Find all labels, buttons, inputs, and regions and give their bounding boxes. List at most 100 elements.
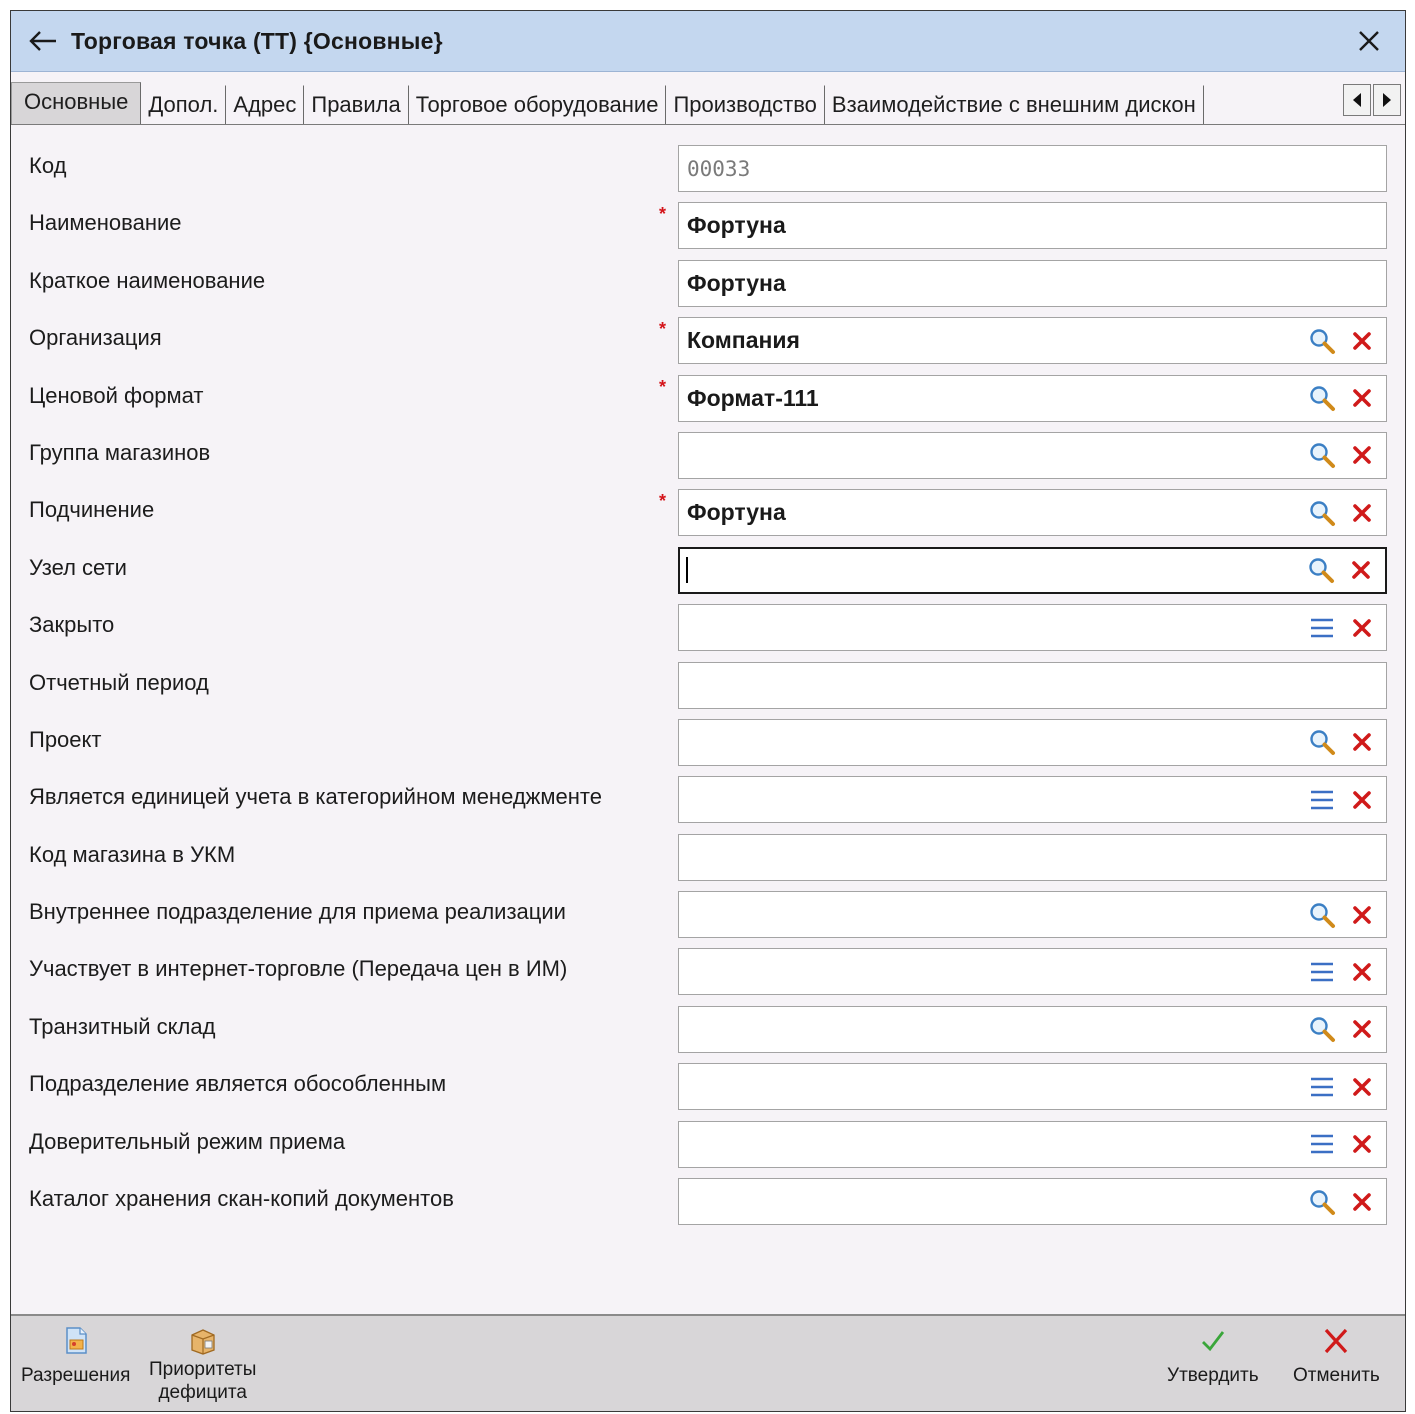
search-icon[interactable] — [1308, 441, 1336, 469]
field-buttons — [1308, 614, 1376, 642]
field-input[interactable] — [678, 776, 1387, 824]
search-icon[interactable] — [1308, 327, 1336, 355]
field-label: Ценовой формат — [29, 382, 204, 408]
field-input[interactable] — [678, 431, 1387, 479]
field-label: Отчетный период — [29, 669, 209, 695]
tab-1[interactable]: Допол. — [141, 85, 227, 124]
permissions-button[interactable]: Разрешения — [21, 1324, 130, 1387]
clear-icon[interactable] — [1348, 1073, 1376, 1101]
field-input[interactable]: Компания — [678, 317, 1387, 365]
cancel-x-icon — [1321, 1324, 1351, 1358]
tab-scroll-left-button[interactable] — [1343, 84, 1371, 116]
tab-3[interactable]: Правила — [304, 85, 409, 124]
field-label: Группа магазинов — [29, 439, 211, 465]
search-icon[interactable] — [1308, 728, 1336, 756]
clear-icon[interactable] — [1348, 327, 1376, 355]
required-marker: * — [659, 376, 667, 397]
field-input[interactable] — [678, 546, 1387, 594]
close-icon — [1359, 31, 1379, 51]
search-icon[interactable] — [1308, 901, 1336, 929]
search-icon[interactable] — [1308, 1188, 1336, 1216]
field-label: Код магазина в УКМ — [29, 841, 236, 867]
form-row: Организация * Компания — [11, 315, 1405, 372]
field-label: Подчинение — [29, 497, 155, 523]
title-bar: Торговая точка (ТТ) {Основные} — [11, 11, 1405, 72]
field-label: Организация — [29, 325, 162, 351]
deficit-priorities-button[interactable]: Приоритеты дефицита — [149, 1324, 256, 1404]
close-button[interactable] — [1351, 23, 1387, 59]
list-icon[interactable] — [1308, 1073, 1336, 1101]
clear-icon[interactable] — [1348, 958, 1376, 986]
form-row: Каталог хранения скан-копий документов — [11, 1176, 1405, 1233]
field-label: Транзитный склад — [29, 1013, 216, 1039]
field-input[interactable] — [678, 1120, 1387, 1168]
clear-icon[interactable] — [1348, 1188, 1376, 1216]
search-icon[interactable] — [1308, 1015, 1336, 1043]
tab-scroll-right-button[interactable] — [1373, 84, 1401, 116]
required-marker: * — [659, 319, 667, 340]
permissions-label: Разрешения — [21, 1365, 131, 1386]
tab-list: Основные Допол. Адрес Правила Торговое обору… — [11, 80, 1345, 124]
field-label: Является единицей учета в категорийном м… — [29, 784, 602, 810]
field-input[interactable]: Формат-111 — [678, 374, 1387, 422]
clear-icon[interactable] — [1348, 728, 1376, 756]
tab-6[interactable]: Взаимодействие с внешним дискон — [824, 85, 1204, 124]
form-row: Краткое наименование Фортуна — [11, 258, 1405, 315]
field-buttons — [1308, 1188, 1376, 1216]
field-input[interactable] — [678, 661, 1387, 709]
field-input[interactable] — [678, 948, 1387, 996]
form-row: Группа магазинов — [11, 430, 1405, 487]
field-buttons — [1308, 499, 1376, 527]
back-button[interactable] — [21, 19, 65, 63]
form-row: Проект — [11, 717, 1405, 774]
field-buttons — [1308, 728, 1376, 756]
search-icon[interactable] — [1307, 556, 1335, 584]
field-input[interactable]: Фортуна — [678, 202, 1387, 250]
tab-5[interactable]: Производство — [666, 85, 825, 124]
field-value: 00033 — [687, 156, 751, 181]
field-input[interactable]: Фортуна — [678, 489, 1387, 537]
deficit-priorities-label-line1: Приоритеты — [149, 1359, 257, 1380]
tab-2[interactable]: Адрес — [226, 85, 305, 124]
field-input[interactable]: Фортуна — [678, 259, 1387, 307]
field-value: Фортуна — [687, 212, 786, 239]
field-input[interactable] — [678, 1005, 1387, 1053]
cancel-button[interactable]: Отменить — [1293, 1324, 1380, 1387]
approve-button[interactable]: Утвердить — [1167, 1324, 1259, 1387]
field-input[interactable] — [678, 718, 1387, 766]
field-input[interactable] — [678, 891, 1387, 939]
text-caret — [686, 557, 688, 584]
permissions-icon — [61, 1324, 91, 1358]
form-row: Является единицей учета в категорийном м… — [11, 774, 1405, 831]
clear-icon[interactable] — [1348, 901, 1376, 929]
window-title: Торговая точка (ТТ) {Основные} — [71, 27, 443, 54]
field-input[interactable] — [678, 1178, 1387, 1226]
clear-icon[interactable] — [1348, 1130, 1376, 1158]
tab-0[interactable]: Основные — [11, 82, 142, 124]
list-icon[interactable] — [1308, 786, 1336, 814]
list-icon[interactable] — [1308, 614, 1336, 642]
form-row: Ценовой формат * Формат-111 — [11, 373, 1405, 430]
list-icon[interactable] — [1308, 1130, 1336, 1158]
field-input[interactable] — [678, 1063, 1387, 1111]
field-buttons — [1308, 1130, 1376, 1158]
field-input[interactable] — [678, 604, 1387, 652]
clear-icon[interactable] — [1348, 786, 1376, 814]
clear-icon[interactable] — [1348, 1015, 1376, 1043]
search-icon[interactable] — [1308, 499, 1336, 527]
field-label: Каталог хранения скан-копий документов — [29, 1186, 454, 1212]
clear-icon[interactable] — [1348, 614, 1376, 642]
field-label: Участвует в интернет-торговле (Передача … — [29, 956, 568, 982]
field-input[interactable]: 00033 — [678, 145, 1387, 192]
clear-icon[interactable] — [1348, 384, 1376, 412]
clear-icon[interactable] — [1348, 441, 1376, 469]
clear-icon[interactable] — [1347, 556, 1375, 584]
field-input[interactable] — [678, 833, 1387, 881]
field-buttons — [1308, 384, 1376, 412]
form-row: Наименование * Фортуна — [11, 200, 1405, 257]
clear-icon[interactable] — [1348, 499, 1376, 527]
list-icon[interactable] — [1308, 958, 1336, 986]
tab-4[interactable]: Торговое оборудование — [408, 85, 667, 124]
form-row: Подразделение является обособленным — [11, 1061, 1405, 1118]
search-icon[interactable] — [1308, 384, 1336, 412]
